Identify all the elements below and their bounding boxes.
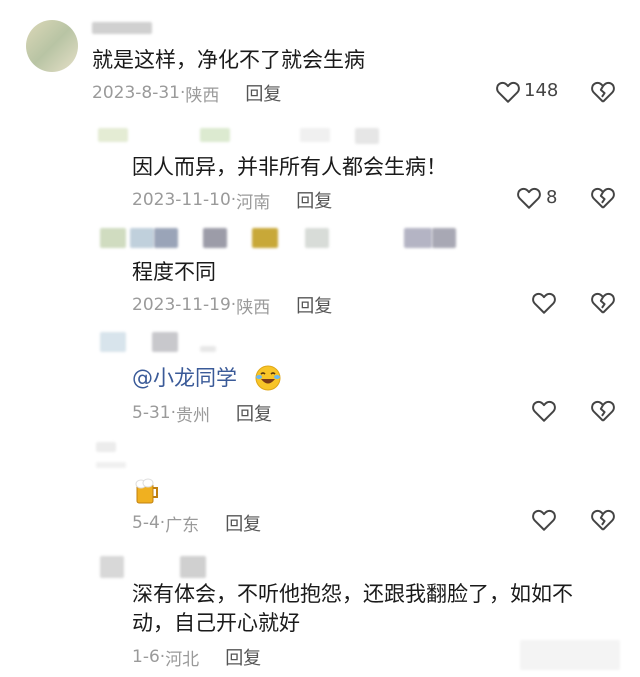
comment-date: 2023-8-31 (92, 83, 180, 103)
comment-date: 5-4 (132, 513, 160, 533)
broken-heart-icon[interactable] (590, 508, 616, 532)
reply-button[interactable]: 回复 (236, 400, 272, 426)
comment-date: 2023-11-10 (132, 190, 231, 210)
laughing-tears-emoji (255, 365, 281, 391)
username-redacted (300, 128, 330, 142)
comment-location: 贵州 (176, 405, 210, 426)
comment-location: 陕西 (236, 297, 271, 318)
heart-outline-icon[interactable] (531, 399, 557, 423)
beer-mug-emoji (135, 478, 158, 504)
username-redacted (154, 228, 178, 248)
reply-button[interactable]: 回复 (225, 644, 261, 670)
comment-meta: 1-6 · 河北 回复 (132, 644, 261, 670)
comment-text: 深有体会，不听他抱怨，还跟我翻脸了，如如不 (132, 582, 573, 606)
username-redacted (200, 128, 230, 142)
username-redacted (305, 228, 329, 248)
username-redacted (432, 228, 456, 248)
comment-text: 因人而异，并非所有人都会生病！ (132, 155, 447, 179)
username-redacted (100, 556, 124, 578)
comment-date: 1-6 (132, 647, 160, 667)
heart-outline-icon[interactable] (495, 80, 521, 104)
reply-button[interactable]: 回复 (245, 80, 281, 106)
username-redacted (98, 128, 128, 142)
comment-location: 河南 (236, 192, 271, 213)
reply-button[interactable]: 回复 (296, 187, 332, 213)
username-redacted (152, 332, 178, 352)
comment-meta: 2023-11-19 · 陕西 回复 (132, 292, 332, 318)
username-redacted (404, 228, 432, 248)
broken-heart-icon[interactable] (590, 186, 616, 210)
username-redacted (130, 228, 154, 248)
comment-text: 程度不同 (132, 260, 216, 284)
comment-location: 河北 (165, 649, 200, 670)
avatar[interactable] (26, 20, 78, 72)
comment-location: 陕西 (185, 85, 220, 106)
username-redacted (203, 228, 227, 248)
broken-heart-icon[interactable] (590, 80, 616, 104)
username-redacted (355, 128, 379, 144)
mention-link[interactable]: @小龙同学 (132, 362, 237, 394)
reply-button[interactable]: 回复 (296, 292, 332, 318)
comment-date: 2023-11-19 (132, 295, 231, 315)
comment-meta: 5-4 · 广东 回复 (132, 510, 261, 536)
heart-outline-icon[interactable] (516, 186, 542, 210)
like-count: 8 (546, 187, 558, 208)
comment-meta: 2023-11-10 · 河南 回复 (132, 187, 332, 213)
username-redacted (100, 228, 126, 248)
username-redacted (200, 346, 216, 352)
redacted-area (520, 640, 620, 670)
heart-outline-icon[interactable] (531, 291, 557, 315)
username-redacted (92, 22, 152, 34)
like-count: 148 (524, 80, 559, 101)
comment-text-line2: 动，自己开心就好 (132, 611, 300, 635)
username-redacted (180, 556, 206, 578)
reply-button[interactable]: 回复 (225, 510, 261, 536)
heart-outline-icon[interactable] (531, 508, 557, 532)
username-redacted (252, 228, 278, 248)
comment-date: 5-31 (132, 403, 171, 423)
username-redacted (100, 332, 126, 352)
comment-meta: 2023-8-31 · 陕西 回复 (92, 80, 281, 106)
broken-heart-icon[interactable] (590, 291, 616, 315)
username-redacted (96, 442, 116, 452)
broken-heart-icon[interactable] (590, 399, 616, 423)
comment-text: 就是这样，净化不了就会生病 (92, 48, 365, 72)
comment-location: 广东 (165, 515, 200, 536)
username-redacted (96, 462, 126, 468)
comment-meta: 5-31 · 贵州 回复 (132, 400, 272, 426)
